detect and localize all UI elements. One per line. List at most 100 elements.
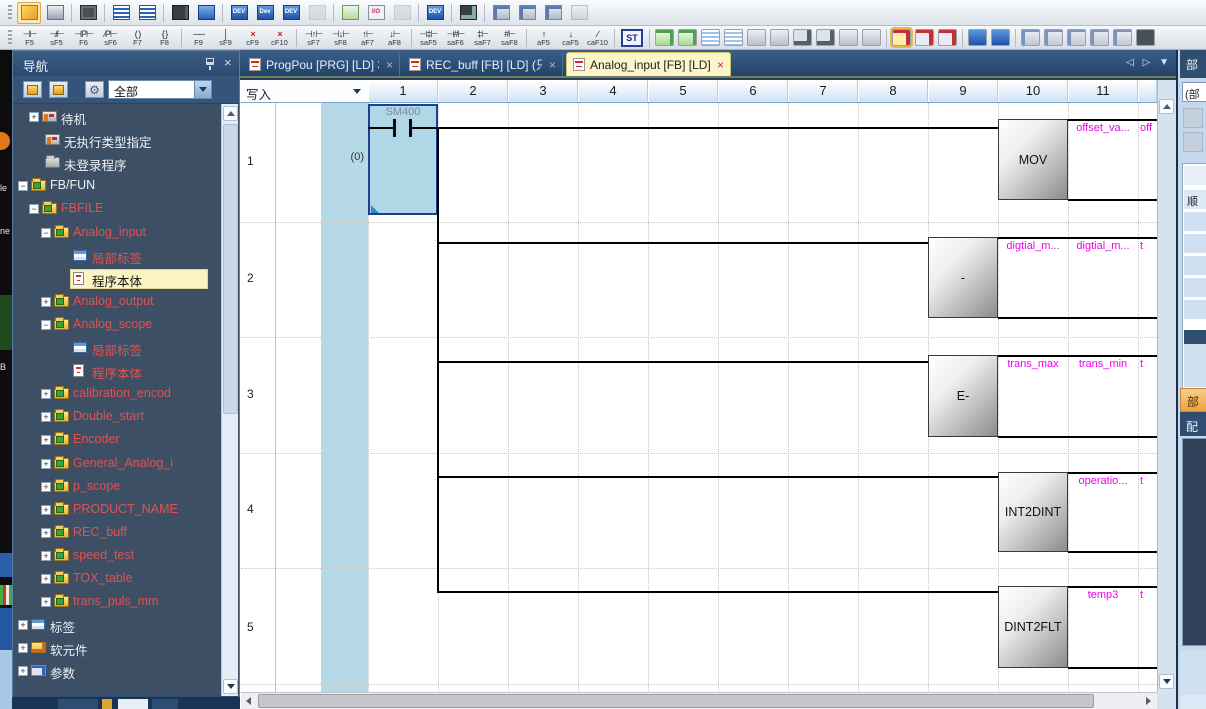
scroll-right-icon[interactable] — [1141, 694, 1156, 708]
tree-item-trans_puls_mm[interactable]: +trans_puls_mm — [13, 592, 239, 613]
element-panel-tab[interactable]: 部 — [1180, 388, 1206, 412]
ladder-tool-sF8[interactable]: ⊣↓⊢sF8 — [328, 27, 353, 48]
write-mode-dropdown[interactable]: 写入 — [241, 80, 368, 102]
hscroll-thumb[interactable] — [258, 694, 1094, 708]
watch-view-icon[interactable] — [135, 2, 159, 24]
tab-close-icon[interactable]: × — [717, 58, 724, 72]
tree-expander-icon[interactable]: + — [41, 574, 51, 584]
ladder-tool-saF8[interactable]: #⊢saF8 — [497, 27, 522, 48]
dev-find-icon[interactable] — [968, 29, 987, 46]
tree-item-REC_buff[interactable]: +REC_buff — [13, 523, 239, 544]
tree-expander-icon[interactable]: + — [41, 482, 51, 492]
scroll-down-icon[interactable] — [223, 679, 238, 694]
find-icon[interactable] — [168, 2, 192, 24]
selected-cell[interactable] — [368, 104, 438, 215]
tree-item-无执行类型指定[interactable]: 无执行类型指定 — [13, 130, 239, 151]
print-icon[interactable] — [43, 2, 67, 24]
tree-expander-icon[interactable]: + — [18, 643, 28, 653]
tab-scroll-arrows[interactable]: ◁ ▷ ▼ — [1126, 57, 1172, 68]
tree-item-参数[interactable]: +参数 — [13, 661, 239, 682]
expand-tree-icon[interactable] — [49, 81, 68, 98]
tree-item-待机[interactable]: +待机 — [13, 107, 239, 128]
tree-item-Analog_scope[interactable]: −Analog_scope — [13, 315, 239, 336]
ladder-tool-F6[interactable]: ⊣P⊢F6 — [71, 27, 96, 48]
ladder-tool-sF9[interactable]: │sF9 — [213, 27, 238, 48]
tree-expander-icon[interactable]: + — [41, 412, 51, 422]
ladder-tool-saF6[interactable]: ⊣#⊢saF6 — [443, 27, 468, 48]
io-assign-icon[interactable]: I/O — [364, 2, 388, 24]
tree-expander-icon[interactable]: − — [41, 320, 51, 330]
tree-expander-icon[interactable]: − — [41, 228, 51, 238]
statement-edit-icon[interactable] — [655, 29, 674, 46]
document-tab-3[interactable]: Analog_input [FB] [LD] (...× — [566, 52, 731, 76]
element-list-row[interactable] — [1184, 256, 1206, 276]
ladder-tool-F5[interactable]: ⊣⊢F5 — [17, 27, 42, 48]
favorite-star-icon[interactable] — [1183, 132, 1203, 152]
tree-item-未登录程序[interactable]: 未登录程序 — [13, 153, 239, 174]
search-doc2-icon[interactable] — [816, 29, 835, 46]
tree-item-局部标签[interactable]: 局部标签 — [13, 338, 239, 359]
pane-split-icon[interactable] — [1113, 29, 1132, 46]
dev-write-icon[interactable] — [991, 29, 1010, 46]
note-edit-icon[interactable] — [678, 29, 697, 46]
ladder-tool-caF5[interactable]: ↓caF5 — [558, 27, 583, 48]
find-red-icon[interactable] — [915, 29, 934, 46]
ladder-tool-aF8[interactable]: ↓⊢aF8 — [382, 27, 407, 48]
tree-item-Double_start[interactable]: +Double_start — [13, 407, 239, 428]
tree-item-PRODUCT_NAME[interactable]: +PRODUCT_NAME — [13, 500, 239, 521]
pane-cols-icon[interactable] — [1090, 29, 1109, 46]
tree-expander-icon[interactable]: + — [41, 505, 51, 515]
ladder-tool-F8[interactable]: { }F8 — [152, 27, 177, 48]
pane-left-icon[interactable] — [1021, 29, 1040, 46]
tree-expander-icon[interactable]: + — [18, 620, 28, 630]
element-list-row[interactable] — [1184, 278, 1206, 298]
tree-item-calibration_encod[interactable]: +calibration_encod — [13, 384, 239, 405]
label-edit-icon[interactable] — [338, 2, 362, 24]
align-left-icon[interactable] — [839, 29, 858, 46]
document-tab-1[interactable]: ProgPou [PRG] [LD] 35...× — [243, 53, 400, 76]
element-filter-combo[interactable]: (部 — [1182, 82, 1206, 102]
tree-item-FB/FUN[interactable]: −FB/FUN — [13, 176, 239, 197]
ladder-tool-aF7[interactable]: ↑⊢aF7 — [355, 27, 380, 48]
ladder-tool-sF7[interactable]: ⊣↑⊢sF7 — [301, 27, 326, 48]
instruction-block-DINT2FLT[interactable]: DINT2FLT — [998, 586, 1068, 668]
document-tab-2[interactable]: REC_buff [FB] [LD] (只读...× — [403, 53, 563, 76]
tree-item-p_scope[interactable]: +p_scope — [13, 477, 239, 498]
pin-icon[interactable] — [206, 58, 214, 65]
tree-expander-icon[interactable]: + — [41, 435, 51, 445]
pane-right-icon[interactable] — [1044, 29, 1063, 46]
instruction-block-INT2DINT[interactable]: INT2DINT — [998, 472, 1068, 552]
tree-item-标签[interactable]: +标签 — [13, 615, 239, 636]
window-cascade-icon[interactable] — [515, 2, 539, 24]
tree-item-Encoder[interactable]: +Encoder — [13, 430, 239, 451]
dock-list-icon[interactable] — [489, 2, 513, 24]
navigation-window-icon[interactable] — [17, 2, 41, 24]
ladder-tool-saF7[interactable]: ‡⊢saF7 — [470, 27, 495, 48]
tree-item-General_Analog_i[interactable]: +General_Analog_i — [13, 454, 239, 475]
ladder-tool-F9[interactable]: ──F9 — [186, 27, 211, 48]
tree-scrollbar[interactable] — [221, 104, 238, 696]
monitor-icon[interactable] — [194, 2, 218, 24]
scroll-down-icon[interactable] — [1159, 674, 1174, 689]
tree-expander-icon[interactable]: + — [41, 389, 51, 399]
element-list-row[interactable] — [1184, 234, 1206, 254]
tree-expander-icon[interactable]: + — [29, 112, 39, 122]
ladder-tool-saF5[interactable]: ⊣‡⊢saF5 — [416, 27, 441, 48]
tree-item-软元件[interactable]: +软元件 — [13, 638, 239, 659]
tree-expander-icon[interactable]: + — [18, 666, 28, 676]
device-table-icon[interactable] — [701, 29, 720, 46]
ladder-tool-aF5[interactable]: ↑aF5 — [531, 27, 556, 48]
element-list-row[interactable] — [1184, 212, 1206, 232]
tree-filter-dropdown[interactable]: 全部 — [108, 80, 212, 99]
window-arrange-icon[interactable] — [567, 2, 591, 24]
transfer-icon[interactable] — [390, 2, 414, 24]
tree-item-程序本体[interactable]: 程序本体 — [13, 361, 239, 382]
device-network-icon[interactable]: DEV — [279, 2, 303, 24]
tree-scroll-thumb[interactable] — [223, 124, 238, 414]
scroll-left-icon[interactable] — [241, 694, 256, 708]
window-tile-icon[interactable] — [541, 2, 565, 24]
scroll-up-icon[interactable] — [223, 106, 238, 121]
search-doc-icon[interactable] — [793, 29, 812, 46]
device-search-icon[interactable] — [456, 2, 480, 24]
instruction-block-MOV[interactable]: MOV — [998, 119, 1068, 200]
